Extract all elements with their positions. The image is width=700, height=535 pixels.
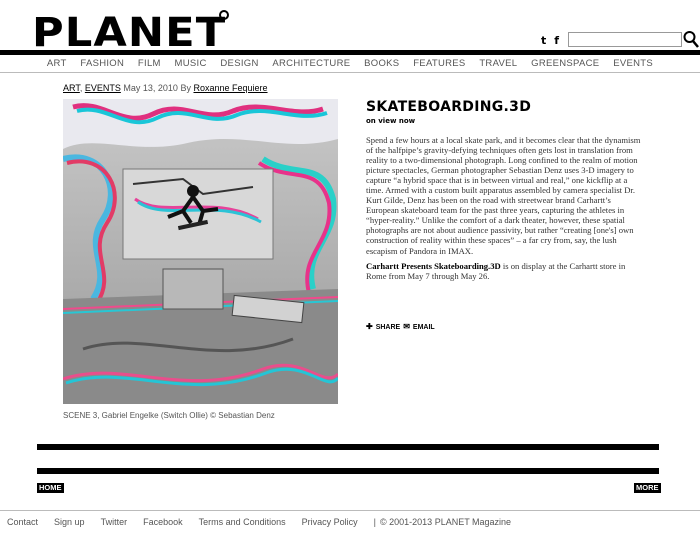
footer-link-signup[interactable]: Sign up <box>54 517 85 527</box>
envelope-icon: ✉ <box>403 322 410 331</box>
nav-architecture[interactable]: ARCHITECTURE <box>272 56 350 72</box>
article-meta: ART, EVENTS May 13, 2010 By Roxanne Fequ… <box>63 83 268 93</box>
nav-film[interactable]: FILM <box>138 56 161 72</box>
article-title: SKATEBOARDING.3D <box>366 99 532 115</box>
more-button[interactable]: MORE <box>634 483 661 493</box>
nav-music[interactable]: MUSIC <box>175 56 207 72</box>
home-button[interactable]: HOME <box>37 483 64 493</box>
section-divider <box>37 468 659 474</box>
main-nav: ART FASHION FILM MUSIC DESIGN ARCHITECTU… <box>0 56 700 73</box>
nav-greenspace[interactable]: GREENSPACE <box>531 56 599 72</box>
article-photo <box>63 99 338 404</box>
nav-art[interactable]: ART <box>47 56 67 72</box>
footer-link-privacy[interactable]: Privacy Policy <box>302 517 358 527</box>
article-paragraph-2: Carhartt Presents Skateboarding.3D is on… <box>366 261 641 281</box>
footer-link-terms[interactable]: Terms and Conditions <box>199 517 286 527</box>
footer-separator: | <box>373 517 377 527</box>
byline-prefix: By <box>180 83 191 93</box>
nav-travel[interactable]: TRAVEL <box>479 56 517 72</box>
footer-link-contact[interactable]: Contact <box>7 517 38 527</box>
share-link[interactable]: SHARE <box>376 324 401 331</box>
footer-rule <box>0 510 700 511</box>
twitter-icon[interactable]: t <box>541 34 546 47</box>
header-rule <box>0 50 700 55</box>
category-link-events[interactable]: EVENTS <box>85 83 121 93</box>
footer-link-twitter[interactable]: Twitter <box>101 517 128 527</box>
nav-events[interactable]: EVENTS <box>613 56 653 72</box>
share-row: ✚ SHARE ✉ EMAIL <box>366 323 435 331</box>
category-link-art[interactable]: ART <box>63 83 80 93</box>
article-subtitle: on view now <box>366 117 416 125</box>
article-paragraph: Spend a few hours at a local skate park,… <box>366 135 641 256</box>
nav-features[interactable]: FEATURES <box>413 56 465 72</box>
search-icon[interactable] <box>683 30 699 48</box>
article-body: Spend a few hours at a local skate park,… <box>366 135 641 287</box>
site-footer: Contact Sign up Twitter Facebook Terms a… <box>7 517 511 527</box>
planet-logo[interactable]: PLANET <box>32 10 229 53</box>
exhibition-title: Carhartt Presents Skateboarding.3D <box>366 261 501 272</box>
section-divider <box>37 444 659 450</box>
author-link[interactable]: Roxanne Fequiere <box>193 83 267 93</box>
plus-icon: ✚ <box>366 322 373 331</box>
search-input[interactable] <box>568 32 682 47</box>
nav-books[interactable]: BOOKS <box>364 56 399 72</box>
photo-caption: SCENE 3, Gabriel Engelke (Switch Ollie) … <box>63 411 275 420</box>
social-links: t f <box>541 34 559 47</box>
article-date: May 13, 2010 <box>123 83 178 93</box>
nav-fashion[interactable]: FASHION <box>80 56 124 72</box>
nav-design[interactable]: DESIGN <box>220 56 258 72</box>
facebook-icon[interactable]: f <box>554 34 559 47</box>
logo-degree-mark <box>219 10 229 20</box>
footer-link-facebook[interactable]: Facebook <box>143 517 183 527</box>
copyright: © 2001-2013 PLANET Magazine <box>380 517 512 527</box>
logo-text: PLANET <box>32 10 227 56</box>
email-link[interactable]: EMAIL <box>413 324 435 331</box>
